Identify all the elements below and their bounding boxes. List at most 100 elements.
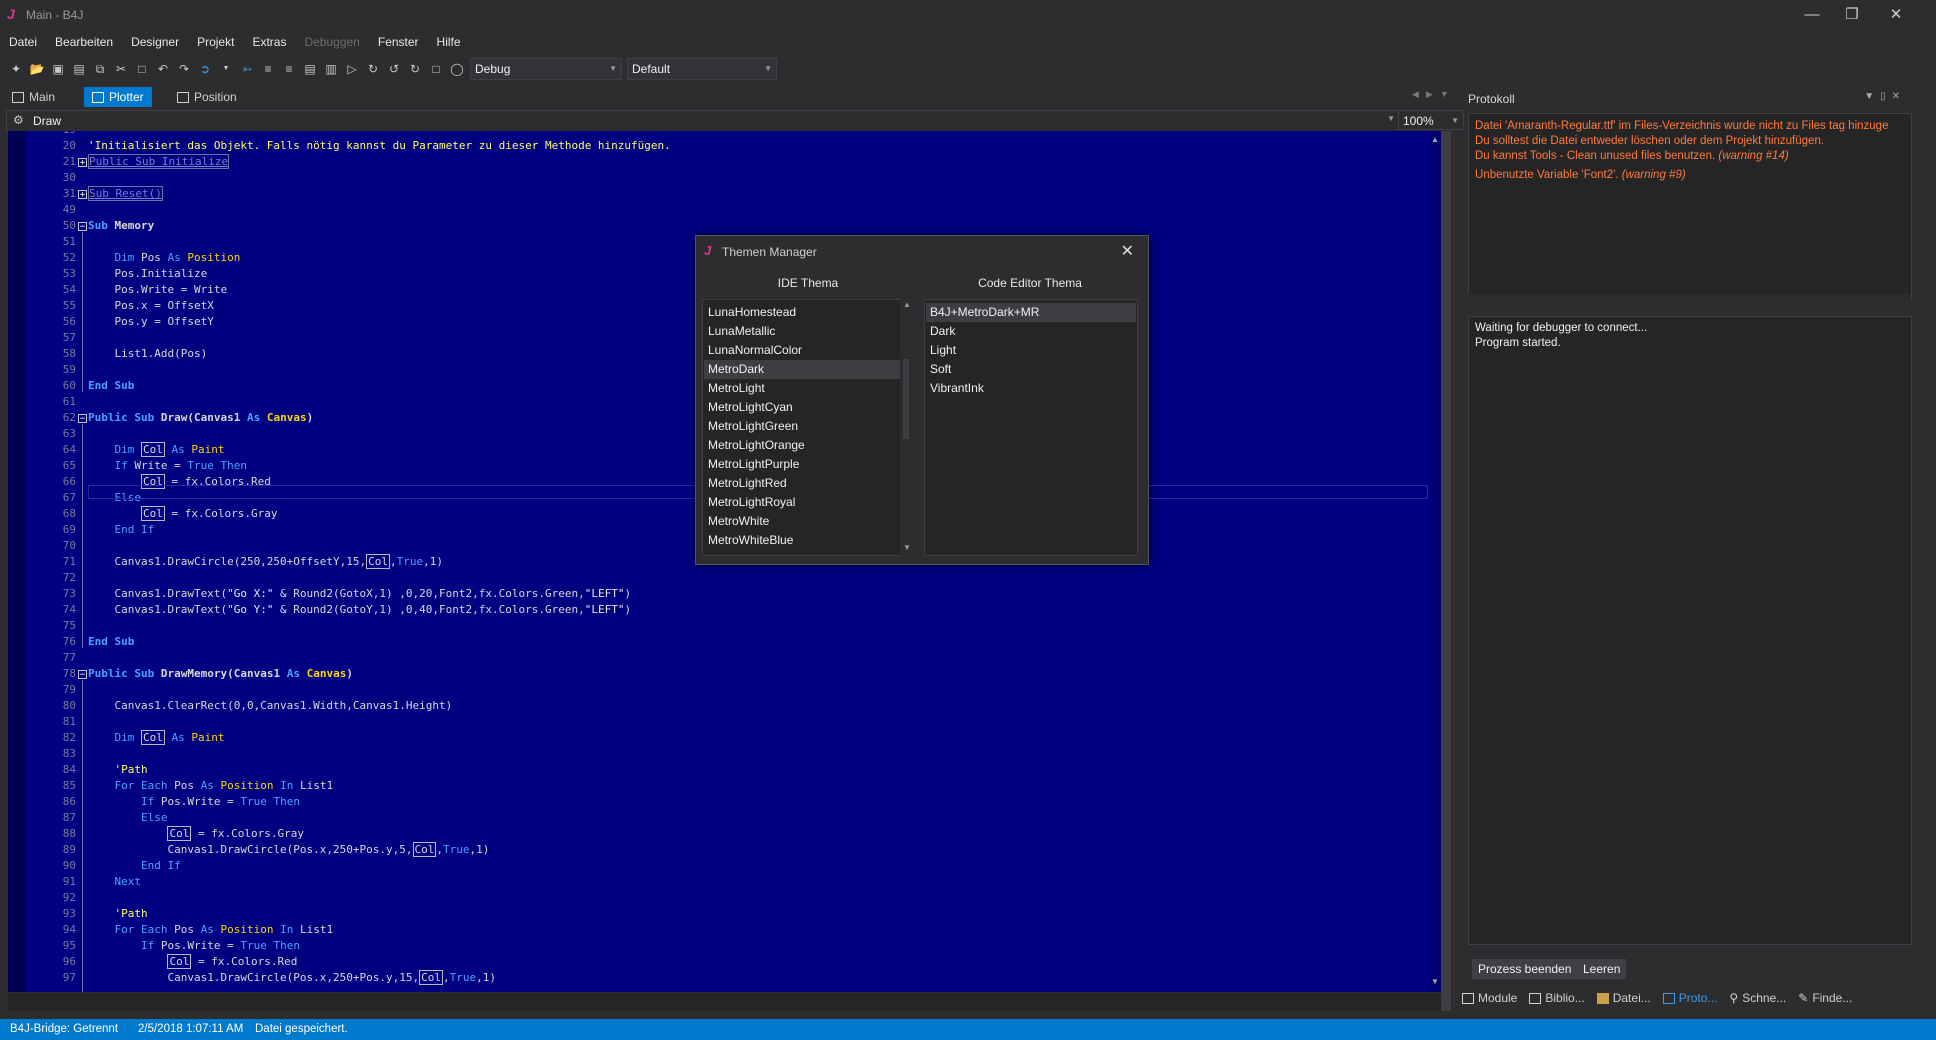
chevron-down-icon: ▼	[1451, 116, 1459, 125]
menu-extras[interactable]: Extras	[243, 32, 295, 54]
tab-protokoll[interactable]: Proto...	[1662, 988, 1717, 1008]
restart-icon[interactable]: ◯	[449, 61, 465, 77]
undo-icon[interactable]: ↶	[155, 61, 171, 77]
line-number: 80	[62, 699, 76, 712]
tab-plotter[interactable]: Plotter	[84, 87, 152, 107]
ide-theme-item[interactable]: MetroLightGreen	[708, 419, 798, 433]
toolbar: ✦ 📂 ▣ ▤ ⧉ ✂ □ ↶ ↷ ➲ ▼ ➳ ≡ ≡ ▤ ▥ ▷ ↻ ↺ ↻ …	[8, 57, 777, 81]
stop-process-button[interactable]: Prozess beenden	[1472, 959, 1578, 979]
code-line: If Pos.Write = True Then	[140, 939, 300, 952]
ide-theme-item[interactable]: MetroLightPurple	[708, 457, 799, 471]
indent-icon[interactable]: ≡	[260, 61, 276, 77]
zoom-select[interactable]: 100% ▼	[1398, 110, 1464, 130]
code-line: End If	[140, 859, 181, 872]
ide-theme-item[interactable]: LunaHomestead	[708, 305, 796, 319]
code-line: 'Path	[114, 907, 148, 920]
line-number: 87	[62, 811, 76, 824]
ide-theme-scrollbar[interactable]: ▲ ▼	[900, 299, 914, 556]
close-button[interactable]: ✕	[1876, 4, 1916, 26]
ide-theme-item[interactable]: MetroLight	[708, 381, 765, 395]
editor-vertical-scrollbar[interactable]: ▲ ▼	[1429, 131, 1441, 992]
tab-files[interactable]: Datei...	[1596, 988, 1651, 1008]
expand-icon[interactable]: +	[78, 158, 87, 168]
scroll-up-icon[interactable]: ▲	[1431, 135, 1439, 144]
module-icon	[1462, 992, 1474, 1004]
scroll-up-icon[interactable]: ▲	[903, 300, 911, 309]
line-number: 70	[62, 539, 76, 552]
code-line: Canvas1.DrawCircle(250,250+OffsetY,15, Co…	[88, 554, 444, 569]
maximize-button[interactable]: ❐	[1832, 4, 1872, 26]
editor-horizontal-scrollbar[interactable]	[8, 993, 1441, 1011]
step-icon[interactable]: ↻	[365, 61, 381, 77]
menu-hilfe[interactable]: Hilfe	[428, 32, 470, 54]
paste-icon[interactable]: □	[134, 61, 150, 77]
ide-theme-item[interactable]: MetroLightRed	[708, 476, 787, 490]
tab-main[interactable]: Main	[4, 87, 63, 107]
clear-log-button[interactable]: Leeren	[1577, 959, 1627, 979]
scroll-down-icon[interactable]: ▼	[903, 543, 911, 552]
theme-config-select[interactable]: Default ▼	[627, 58, 777, 80]
dialog-close-icon[interactable]: ✕	[1121, 241, 1134, 261]
tab-position[interactable]: Position	[169, 87, 245, 107]
run-icon[interactable]: ▷	[344, 61, 360, 77]
code-line: 'Initialisiert das Objekt. Falls nötig k…	[88, 139, 671, 152]
ide-theme-item[interactable]: MetroLightOrange	[708, 438, 805, 452]
code-theme-header: Code Editor Thema	[978, 276, 1082, 290]
code-theme-item[interactable]: VibrantInk	[930, 381, 984, 395]
breakpoint-margin[interactable]	[8, 131, 26, 992]
build-config-select[interactable]: Debug ▼	[470, 58, 622, 80]
ide-theme-list[interactable]: LunaHomestead LunaMetallic LunaNormalColor…	[702, 299, 902, 556]
step-over-icon[interactable]: ↺	[386, 61, 402, 77]
collapse-icon[interactable]: −	[78, 414, 87, 424]
menu-fenster[interactable]: Fenster	[369, 32, 428, 54]
scroll-down-icon[interactable]: ▼	[1431, 977, 1439, 986]
tab-find[interactable]: ✎ Finde...	[1798, 988, 1852, 1008]
scroll-thumb[interactable]	[903, 359, 909, 439]
code-theme-list[interactable]: B4J+MetroDark+MR Dark Light Soft VibrantInk	[924, 299, 1138, 556]
tab-quick-search[interactable]: ⚲ Schne...	[1729, 988, 1786, 1008]
navigate-forward-icon[interactable]: ➳	[239, 61, 255, 77]
navigate-back-icon[interactable]: ➲	[197, 61, 213, 77]
ide-theme-item[interactable]: LunaNormalColor	[708, 343, 802, 357]
tab-libraries[interactable]: Biblio...	[1529, 988, 1585, 1008]
splitter[interactable]	[1441, 131, 1451, 1011]
save-icon[interactable]: ▣	[50, 61, 66, 77]
dropdown-icon[interactable]: ▼	[218, 61, 234, 77]
menu-bearbeiten[interactable]: Bearbeiten	[46, 32, 122, 54]
ide-theme-item[interactable]: MetroWhiteBlue	[708, 533, 793, 547]
sub-selector[interactable]: ⚙ Draw ▼	[6, 110, 1402, 132]
collapse-icon[interactable]: −	[78, 670, 87, 680]
log-horizontal-scrollbar[interactable]	[1468, 294, 1910, 306]
code-theme-item[interactable]: Soft	[930, 362, 951, 376]
step-out-icon[interactable]: ↻	[407, 61, 423, 77]
ide-theme-item[interactable]: MetroDark	[708, 362, 764, 376]
line-number: 62	[62, 411, 76, 424]
tab-scroll-arrows[interactable]: ◀▶▼	[1412, 89, 1456, 100]
menu-designer[interactable]: Designer	[122, 32, 188, 54]
new-project-icon[interactable]: ✦	[8, 61, 24, 77]
code-theme-item[interactable]: Light	[930, 343, 956, 357]
code-line: Pos.Write = Write	[88, 283, 228, 296]
collapse-icon[interactable]: −	[78, 222, 87, 232]
outdent-icon[interactable]: ≡	[281, 61, 297, 77]
stop-icon[interactable]: □	[428, 61, 444, 77]
comment-icon[interactable]: ▤	[302, 61, 318, 77]
cut-icon[interactable]: ✂	[113, 61, 129, 77]
redo-icon[interactable]: ↷	[176, 61, 192, 77]
menu-projekt[interactable]: Projekt	[188, 32, 243, 54]
expand-icon[interactable]: +	[78, 190, 87, 200]
minimize-button[interactable]: —	[1792, 4, 1832, 26]
open-icon[interactable]: 📂	[29, 61, 45, 77]
ide-theme-item[interactable]: LunaMetallic	[708, 324, 775, 338]
ide-theme-item[interactable]: MetroLightCyan	[708, 400, 793, 414]
copy-icon[interactable]: ⧉	[92, 61, 108, 77]
panel-controls[interactable]: ▼▯✕	[1864, 91, 1906, 102]
tab-module[interactable]: Module	[1462, 988, 1517, 1008]
code-theme-item[interactable]: B4J+MetroDark+MR	[930, 305, 1039, 319]
code-theme-item[interactable]: Dark	[930, 324, 955, 338]
save-all-icon[interactable]: ▤	[71, 61, 87, 77]
menu-datei[interactable]: Datei	[0, 32, 46, 54]
ide-theme-item[interactable]: MetroLightRoyal	[708, 495, 795, 509]
uncomment-icon[interactable]: ▥	[323, 61, 339, 77]
ide-theme-item[interactable]: MetroWhite	[708, 514, 769, 528]
